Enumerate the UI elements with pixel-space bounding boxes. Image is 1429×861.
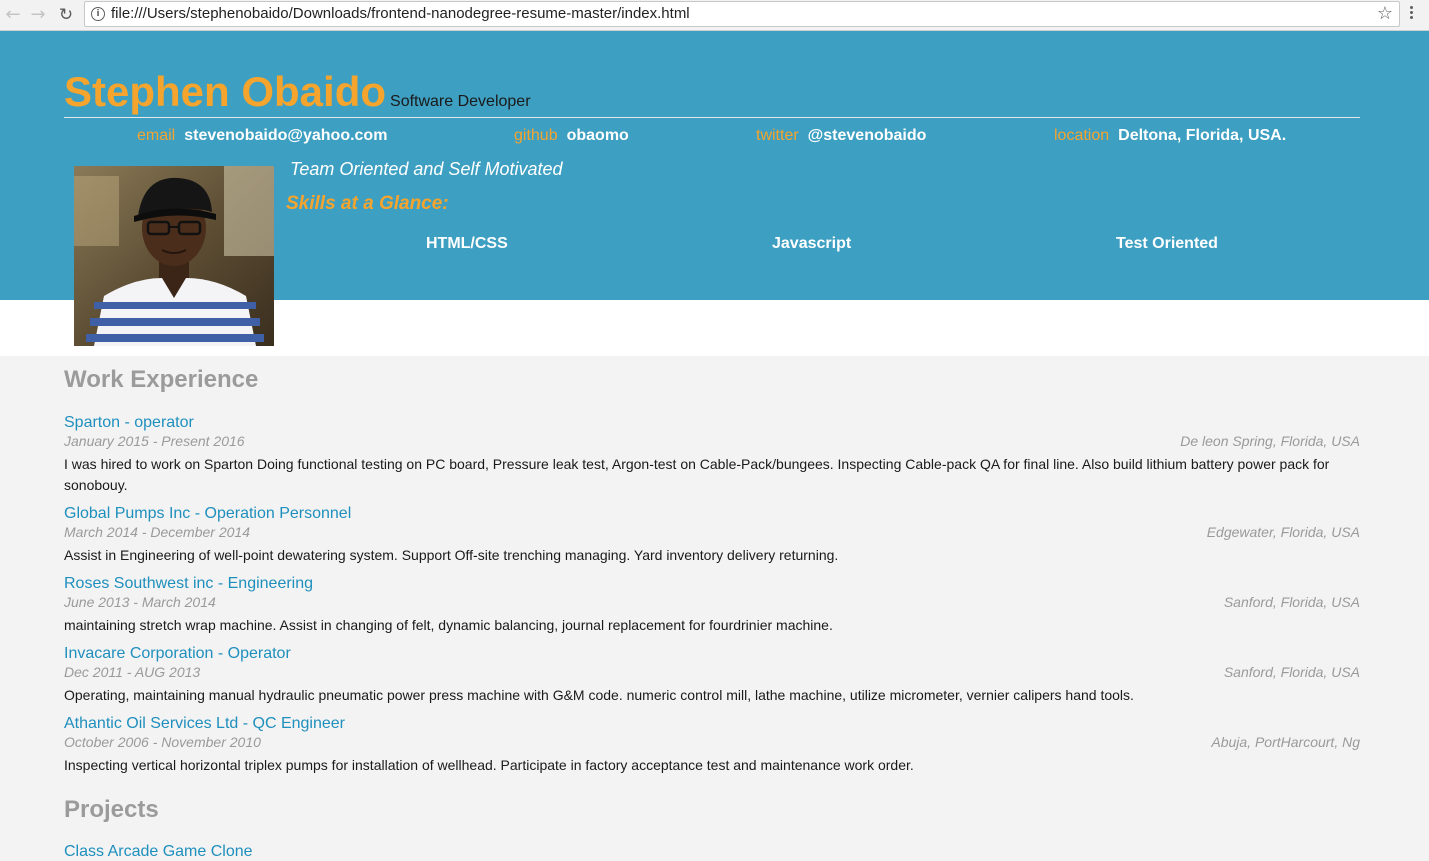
contact-github[interactable]: github obaomo (514, 127, 629, 145)
job-location: De leon Spring, Florida, USA (1180, 433, 1360, 449)
skill-item: Test Oriented (1116, 235, 1218, 252)
job-description: maintaining stretch wrap machine. Assist… (64, 617, 833, 633)
browser-menu-icon[interactable] (1410, 6, 1414, 21)
job-description: Operating, maintaining manual hydraulic … (64, 687, 1134, 703)
resume-name: Stephen Obaido (64, 68, 387, 115)
info-icon[interactable]: i (91, 7, 105, 21)
resume-role: Software Developer (390, 93, 531, 110)
contact-value[interactable]: Deltona, Florida, USA. (1118, 127, 1286, 144)
back-arrow-icon[interactable]: ← (2, 4, 24, 26)
job-location: Abuja, PortHarcourt, Ng (1211, 734, 1360, 750)
address-bar-url[interactable]: file:///Users/stephenobaido/Downloads/fr… (111, 5, 690, 22)
job-title-link[interactable]: Sparton - operator (64, 414, 194, 432)
project-title-link[interactable]: Class Arcade Game Clone (64, 843, 253, 861)
work-experience-heading: Work Experience (64, 366, 259, 393)
contact-email[interactable]: email stevenobaido@yahoo.com (137, 127, 387, 145)
job-location: Edgewater, Florida, USA (1206, 524, 1360, 540)
job-dates: March 2014 - December 2014 (64, 524, 250, 540)
job-location: Sanford, Florida, USA (1223, 664, 1360, 680)
reload-icon[interactable]: ↻ (55, 4, 77, 26)
skill-item: Javascript (772, 235, 852, 252)
address-bar[interactable]: i file:///Users/stephenobaido/Downloads/… (84, 1, 1400, 27)
job-title-link[interactable]: Roses Southwest inc - Engineering (64, 575, 313, 593)
job-dates: Dec 2011 - AUG 2013 (64, 664, 201, 680)
skills-heading: Skills at a Glance: (286, 193, 449, 214)
profile-photo (74, 166, 274, 346)
job-dates: October 2006 - November 2010 (64, 734, 261, 750)
job-dates: January 2015 - Present 2016 (64, 433, 245, 449)
star-icon[interactable]: ☆ (1377, 3, 1393, 24)
browser-toolbar: ← → ↻ i file:///Users/stephenobaido/Down… (0, 0, 1429, 31)
forward-arrow-icon[interactable]: → (27, 4, 49, 26)
contact-label: location (1054, 127, 1110, 144)
name-line: Stephen Obaido Software Developer (64, 68, 531, 116)
welcome-message: Team Oriented and Self Motivated (290, 159, 563, 179)
contact-label: github (514, 127, 558, 144)
job-description: Assist in Engineering of well-point dewa… (64, 547, 839, 563)
contact-location[interactable]: location Deltona, Florida, USA. (1054, 127, 1286, 145)
header-divider (64, 117, 1360, 118)
contact-twitter[interactable]: twitter @stevenobaido (756, 127, 926, 145)
job-title-link[interactable]: Invacare Corporation - Operator (64, 645, 291, 663)
skill-item: HTML/CSS (426, 235, 508, 252)
job-location: Sanford, Florida, USA (1223, 594, 1360, 610)
job-title-link[interactable]: Global Pumps Inc - Operation Personnel (64, 505, 351, 523)
job-title-link[interactable]: Athantic Oil Services Ltd - QC Engineer (64, 715, 345, 733)
contact-label: twitter (756, 127, 799, 144)
job-description: I was hired to work on Sparton Doing fun… (64, 456, 1330, 493)
projects-heading: Projects (64, 796, 159, 823)
contact-value[interactable]: stevenobaido@yahoo.com (184, 127, 387, 144)
contact-label: email (137, 127, 176, 144)
job-description: Inspecting vertical horizontal triplex p… (64, 757, 914, 773)
job-dates: June 2013 - March 2014 (64, 594, 216, 610)
contact-value[interactable]: obaomo (567, 127, 629, 144)
contact-value[interactable]: @stevenobaido (808, 127, 927, 144)
